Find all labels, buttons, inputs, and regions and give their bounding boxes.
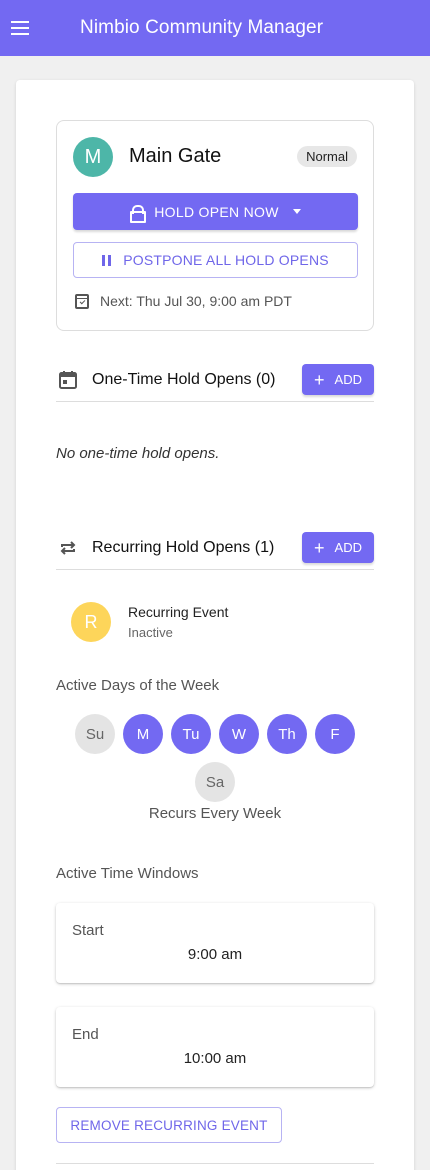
postpone-all-label: POSTPONE ALL HOLD OPENS [123,252,329,268]
recurring-section-header: Recurring Hold Opens (1) + ADD [56,530,374,570]
hold-open-now-label: HOLD OPEN NOW [154,203,279,220]
end-time-field[interactable]: End 10:00 am [56,1007,374,1087]
add-one-time-button[interactable]: + ADD [302,364,374,395]
postpone-all-button[interactable]: POSTPONE ALL HOLD OPENS [73,242,358,278]
day-chip-th[interactable]: Th [267,714,307,754]
recurring-section-title: Recurring Hold Opens (1) [92,539,275,556]
repeat-icon [60,541,76,555]
end-time-label: End [72,1026,99,1043]
plus-icon: + [314,537,325,558]
gate-card: M Main Gate Normal HOLD OPEN NOW POSTPON… [56,120,374,331]
chevron-down-icon[interactable] [292,209,301,214]
start-time-label: Start [72,922,104,939]
start-time-value: 9:00 am [187,946,243,963]
gate-name: Main Gate [129,145,222,167]
hold-open-now-button[interactable]: HOLD OPEN NOW [73,193,358,230]
status-badge: Normal [297,146,357,167]
event-name[interactable]: Recurring Event [128,604,228,620]
one-time-section-title: One-Time Hold Opens (0) [92,371,276,388]
event-avatar: R [71,602,111,642]
plus-icon: + [314,369,325,390]
calendar-check-icon [75,293,89,309]
time-windows-label: Active Time Windows [56,865,199,882]
lock-icon [130,204,147,223]
one-time-section-header: One-Time Hold Opens (0) + ADD [56,362,374,402]
day-chip-su[interactable]: Su [75,714,115,754]
recurs-text: Recurs Every Week [148,805,282,822]
empty-one-time-message: No one-time hold opens. [56,445,220,462]
app-bar: Nimbio Community Manager [0,0,430,56]
main-card: M Main Gate Normal HOLD OPEN NOW POSTPON… [16,80,414,1170]
day-chip-tu[interactable]: Tu [171,714,211,754]
divider [56,1163,374,1164]
pause-icon [102,254,112,266]
hamburger-icon [11,21,29,35]
gate-avatar: M [73,137,113,177]
next-hold-open-text: Next: Thu Jul 30, 9:00 am PDT [100,293,292,309]
remove-recurring-button[interactable]: REMOVE RECURRING EVENT [56,1107,282,1143]
day-chip-w[interactable]: W [219,714,259,754]
app-title: Nimbio Community Manager [80,17,324,38]
add-recurring-label: ADD [334,540,362,555]
day-chip-f[interactable]: F [315,714,355,754]
next-hold-open: Next: Thu Jul 30, 9:00 am PDT [75,293,292,309]
day-chip-m[interactable]: M [123,714,163,754]
remove-recurring-label: REMOVE RECURRING EVENT [70,1117,268,1133]
menu-button[interactable] [0,0,56,56]
start-time-field[interactable]: Start 9:00 am [56,903,374,983]
event-status: Inactive [128,625,173,640]
calendar-icon [59,371,77,389]
active-days-label: Active Days of the Week [56,677,220,694]
add-one-time-label: ADD [334,372,362,387]
add-recurring-button[interactable]: + ADD [302,532,374,563]
end-time-value: 10:00 am [183,1050,247,1067]
day-chip-sa[interactable]: Sa [195,762,235,802]
